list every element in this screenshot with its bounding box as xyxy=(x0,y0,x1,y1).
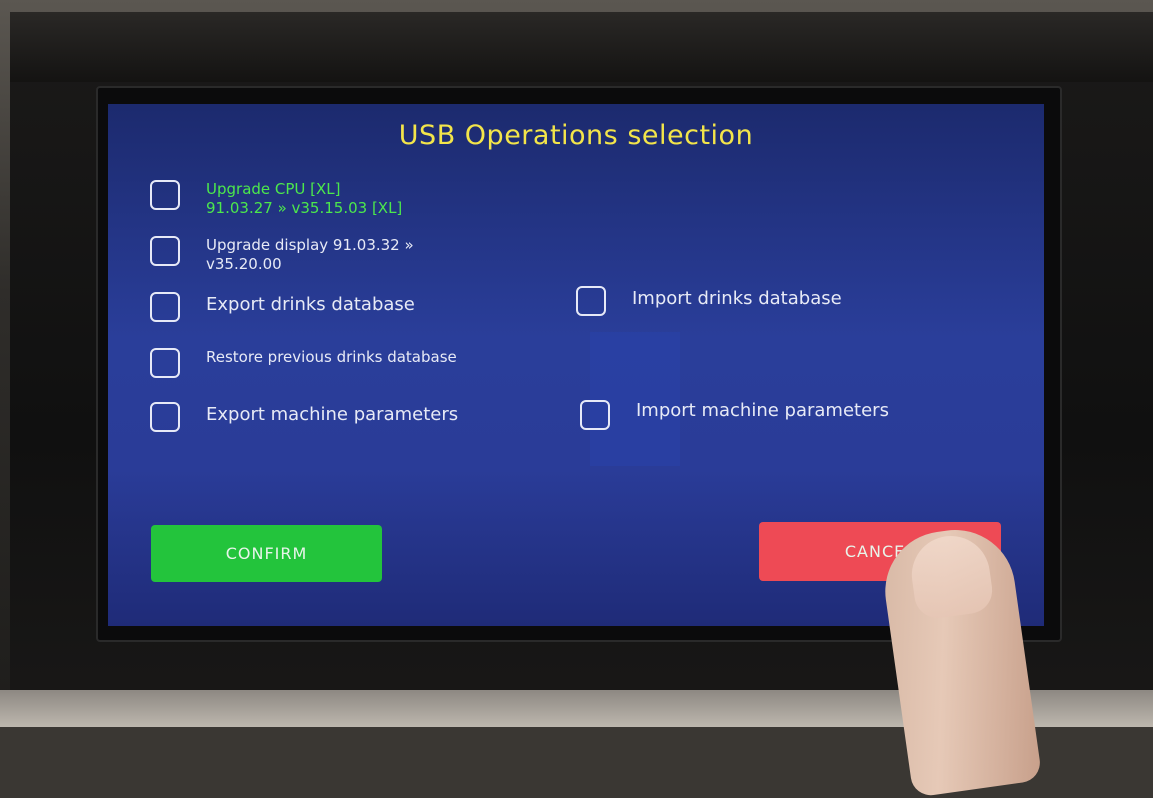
checkbox-upgrade-display[interactable] xyxy=(150,236,180,266)
checkbox-upgrade-cpu[interactable] xyxy=(150,180,180,210)
option-restore-drinks-label: Restore previous drinks database xyxy=(206,348,457,366)
option-upgrade-display-line1: Upgrade display 91.03.32 » xyxy=(206,236,414,254)
device-top-edge xyxy=(10,12,1153,82)
option-export-params[interactable]: Export machine parameters xyxy=(150,402,458,432)
option-export-params-label: Export machine parameters xyxy=(206,404,459,425)
option-upgrade-display-line2: v35.20.00 xyxy=(206,254,282,273)
screen-glare xyxy=(590,332,680,466)
option-upgrade-display[interactable]: Upgrade display 91.03.32 » v35.20.00 xyxy=(150,236,414,274)
checkbox-restore-drinks[interactable] xyxy=(150,348,180,378)
checkbox-export-params[interactable] xyxy=(150,402,180,432)
checkbox-import-params[interactable] xyxy=(580,400,610,430)
checkbox-import-drinks[interactable] xyxy=(576,286,606,316)
option-export-drinks-label: Export drinks database xyxy=(206,294,415,315)
option-import-drinks[interactable]: Import drinks database xyxy=(576,286,842,316)
option-import-params[interactable]: Import machine parameters xyxy=(580,400,889,430)
option-upgrade-cpu-line1: Upgrade CPU [XL] xyxy=(206,180,341,198)
option-import-drinks-label: Import drinks database xyxy=(632,288,842,309)
page-title: USB Operations selection xyxy=(398,120,754,151)
option-upgrade-cpu-line2: 91.03.27 » v35.15.03 [XL] xyxy=(206,198,403,217)
option-export-drinks[interactable]: Export drinks database xyxy=(150,292,415,322)
option-import-params-label: Import machine parameters xyxy=(636,400,889,421)
option-upgrade-cpu[interactable]: Upgrade CPU [XL] 91.03.27 » v35.15.03 [X… xyxy=(150,180,402,218)
checkbox-export-drinks[interactable] xyxy=(150,292,180,322)
option-upgrade-cpu-label: Upgrade CPU [XL] 91.03.27 » v35.15.03 [X… xyxy=(206,180,402,218)
option-upgrade-display-label: Upgrade display 91.03.32 » v35.20.00 xyxy=(206,236,414,274)
option-restore-drinks[interactable]: Restore previous drinks database xyxy=(150,348,457,378)
confirm-button[interactable]: CONFIRM xyxy=(151,525,382,582)
